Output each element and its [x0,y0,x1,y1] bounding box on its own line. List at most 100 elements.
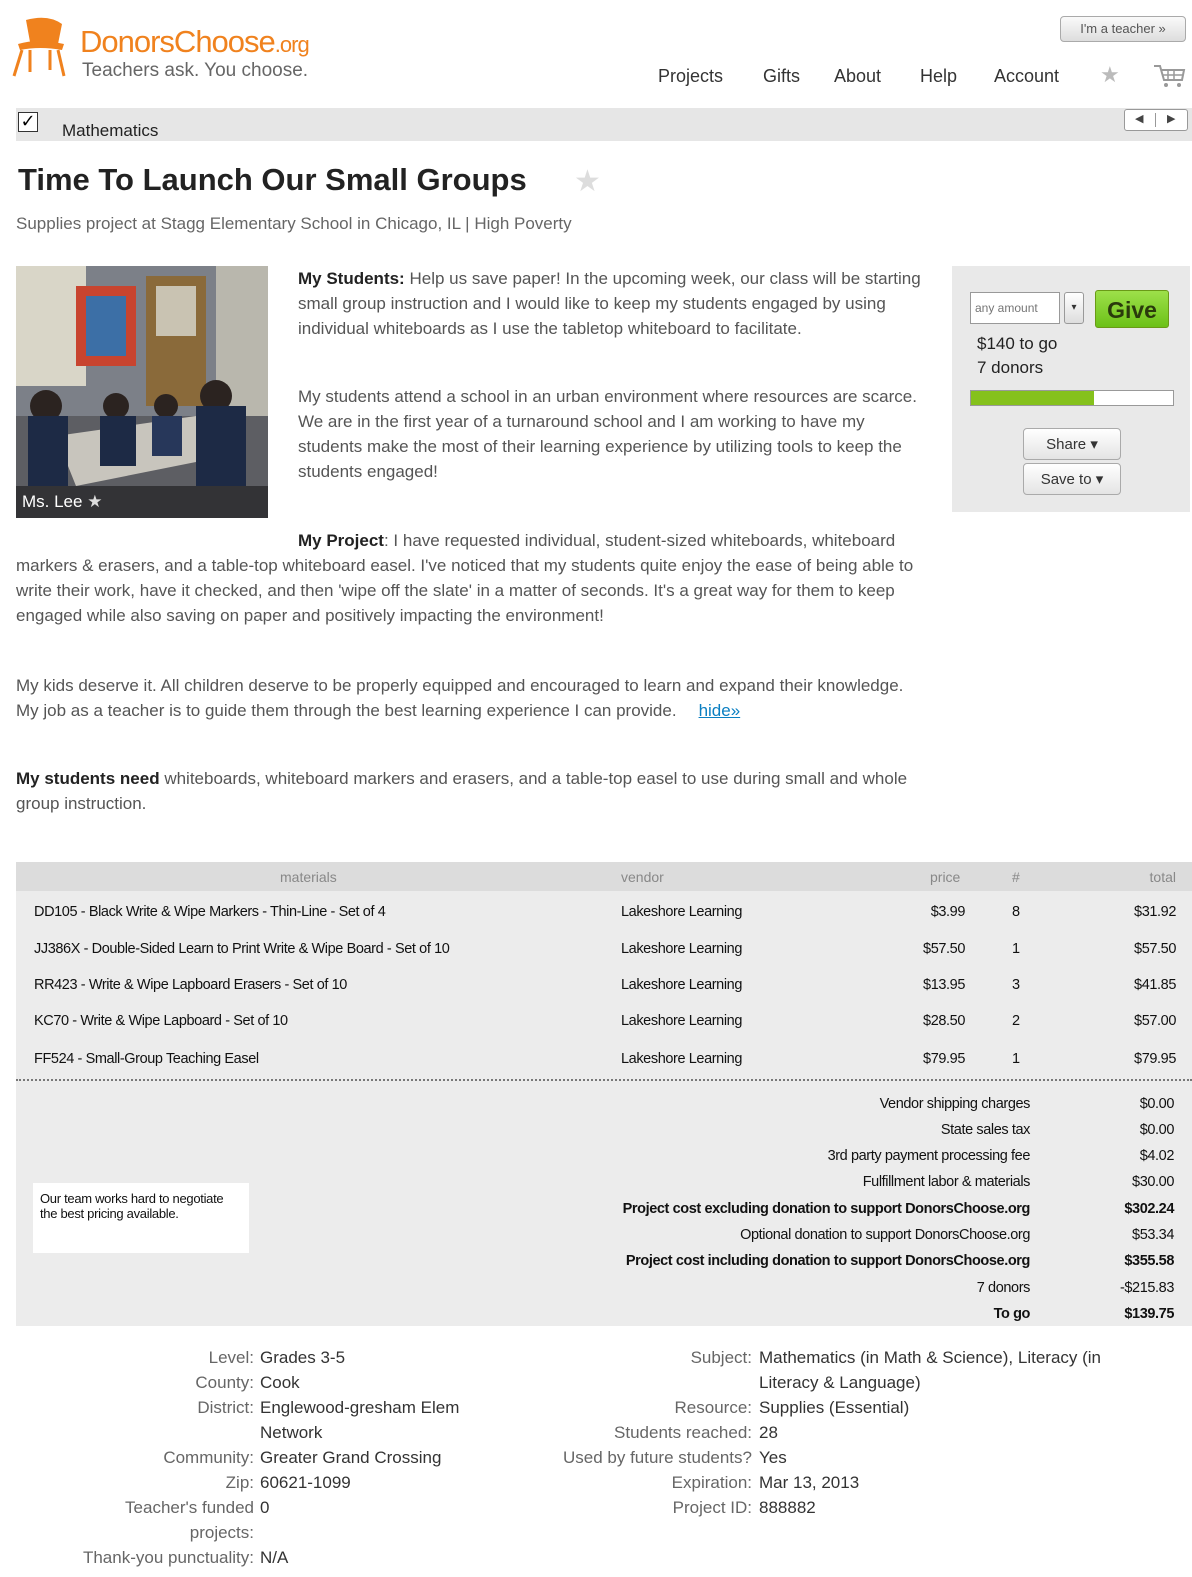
project-text: : I have requested individual, student-s… [16,531,914,625]
detail-label: Community: [163,1448,254,1467]
material-name: FF524 - Small-Group Teaching Easel [34,1051,259,1067]
summary-value: -$215.83 [1119,1280,1174,1296]
col-quantity: # [1012,869,1020,885]
detail-value: Mathematics (in Math & Science), Literac… [759,1348,1102,1367]
summary-label: 7 donors [976,1280,1031,1296]
material-name: KC70 - Write & Wipe Lapboard - Set of 10 [34,1013,288,1029]
project-label: My Project [298,531,384,550]
detail-value: 0 [260,1498,270,1517]
detail-label: Used by future students? [562,1448,752,1467]
amount-to-go: $140 to go [977,334,1058,353]
detail-value: Grades 3-5 [260,1348,346,1367]
material-price: $57.50 [923,941,965,957]
subject-checkbox[interactable]: ✓ [18,112,38,132]
detail-label: Expiration: [671,1473,752,1492]
give-button[interactable]: Give [1095,290,1169,328]
summary-value: $0.00 [1139,1096,1175,1112]
material-vendor: Lakeshore Learning [621,904,742,920]
nav-about[interactable]: About [834,66,881,87]
tagline: Teachers ask. You choose. [82,60,309,81]
summary-value: $302.24 [1124,1201,1174,1217]
amount-dropdown-icon[interactable]: ▾ [1064,292,1084,324]
funding-progress-fill [971,391,1094,405]
material-name: DD105 - Black Write & Wipe Markers - Thi… [34,904,386,920]
detail-value: Englewood-gresham Elem [260,1398,460,1417]
summary-value: $30.00 [1132,1174,1174,1190]
nav-account[interactable]: Account [994,66,1059,87]
donor-count: 7 donors [977,358,1044,377]
favorites-star-icon[interactable]: ★ [1100,62,1120,88]
summary-label: 3rd party payment processing fee [827,1148,1031,1164]
summary-label: Project cost including donation to suppo… [625,1253,1031,1269]
teacher-star-icon[interactable]: ★ [87,492,102,511]
logo-org-text: .org [274,32,310,57]
logo-name-text: DonorsChoose [80,24,276,59]
nav-gifts[interactable]: Gifts [763,66,800,87]
material-total: $79.95 [1134,1051,1176,1067]
summary-value: $4.02 [1139,1148,1175,1164]
detail-label: projects: [189,1523,254,1542]
favorite-star-icon[interactable]: ★ [574,164,601,199]
detail-value: Literacy & Language) [759,1373,921,1392]
detail-label: Resource: [674,1398,752,1417]
classroom-photo[interactable] [16,266,268,518]
material-vendor: Lakeshore Learning [621,1051,742,1067]
summary-value: $53.34 [1132,1227,1174,1243]
summary-label: To go [993,1306,1031,1322]
summary-label: Vendor shipping charges [879,1096,1031,1112]
page-title: Time To Launch Our Small Groups [18,162,527,197]
prev-arrow-icon[interactable]: ◀ [1135,112,1143,125]
detail-value: 888882 [759,1498,816,1517]
material-price: $13.95 [923,977,965,993]
amount-input[interactable] [970,292,1060,324]
detail-label: Students reached: [614,1423,752,1442]
detail-value: N/A [260,1548,289,1567]
material-price: $79.95 [923,1051,965,1067]
students-label: My Students: [298,269,405,288]
subject-label: Mathematics [62,121,159,140]
cart-icon[interactable] [1152,62,1186,90]
students-paragraph: My Students: Help us save paper! In the … [298,266,928,341]
detail-value: 60621-1099 [260,1473,351,1492]
material-vendor: Lakeshore Learning [621,977,742,993]
save-to-button[interactable]: Save to ▾ [1023,463,1121,495]
nav-projects[interactable]: Projects [658,66,723,87]
logo-chair-icon[interactable] [8,14,70,80]
project-subtitle: Supplies project at Stagg Elementary Sch… [16,214,572,233]
col-materials: materials [280,869,337,885]
summary-value: $0.00 [1139,1122,1175,1138]
material-quantity: 2 [1012,1013,1020,1029]
detail-label: County: [195,1373,254,1392]
material-quantity: 8 [1012,904,1020,920]
material-vendor: Lakeshore Learning [621,1013,742,1029]
nav-help[interactable]: Help [920,66,957,87]
material-total: $41.85 [1134,977,1176,993]
kids-paragraph: My kids deserve it. All children deserve… [16,673,916,723]
needs-label: My students need [16,769,160,788]
detail-value: 28 [759,1423,778,1442]
material-quantity: 3 [1012,977,1020,993]
hide-link[interactable]: hide» [699,701,741,720]
materials-divider [16,1079,1192,1081]
material-name: RR423 - Write & Wipe Lapboard Erasers - … [34,977,347,993]
material-quantity: 1 [1012,941,1020,957]
material-total: $31.92 [1134,904,1176,920]
next-arrow-icon[interactable]: ▶ [1167,112,1175,125]
summary-label: Project cost excluding donation to suppo… [622,1201,1031,1217]
project-pager: ◀ ▶ [1124,109,1188,131]
detail-value: Yes [759,1448,787,1467]
detail-label: District: [197,1398,254,1417]
logo-wordmark[interactable]: DonorsChoose.org [80,24,310,60]
detail-label: Zip: [225,1473,254,1492]
detail-value: Supplies (Essential) [759,1398,910,1417]
summary-label: Fulfillment labor & materials [862,1174,1031,1190]
material-total: $57.00 [1134,1013,1176,1029]
material-vendor: Lakeshore Learning [621,941,742,957]
teacher-name[interactable]: Ms. Lee ★ [22,492,102,512]
summary-value: $139.75 [1124,1306,1174,1322]
teacher-button[interactable]: I'm a teacher » [1060,16,1186,42]
share-button[interactable]: Share ▾ [1023,428,1121,460]
detail-value: Mar 13, 2013 [759,1473,860,1492]
material-quantity: 1 [1012,1051,1020,1067]
detail-value: Network [260,1423,323,1442]
